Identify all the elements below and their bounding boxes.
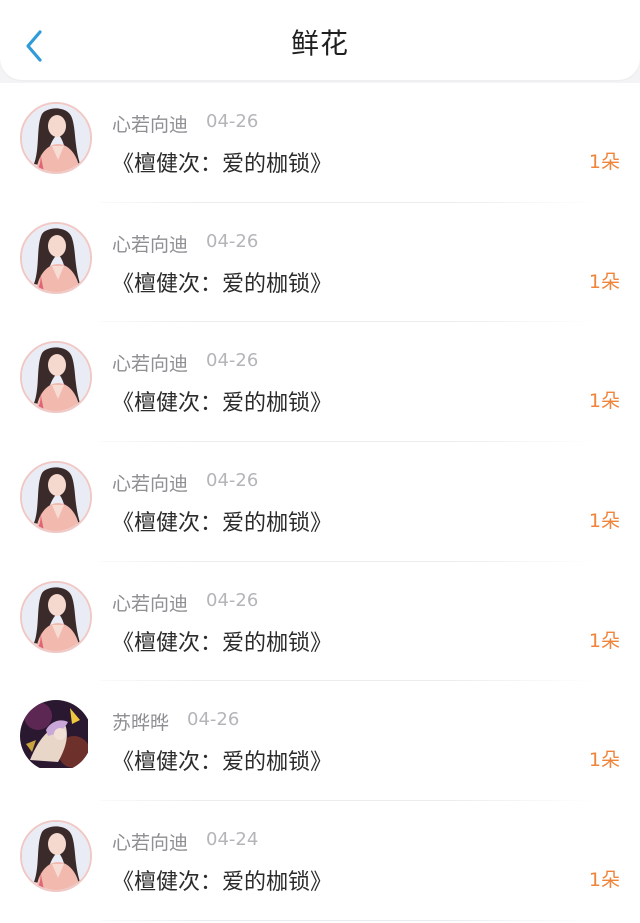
user-name: 心若向迪 bbox=[112, 473, 189, 496]
user-name: 心若向迪 bbox=[112, 832, 189, 855]
gift-date: 04-26 bbox=[206, 470, 259, 492]
row-divider bbox=[100, 919, 600, 921]
user-name: 心若向迪 bbox=[112, 353, 189, 376]
flower-count: 1朵 bbox=[588, 151, 620, 173]
portrait-image bbox=[22, 463, 90, 532]
user-name: 苏晔晔 bbox=[112, 712, 170, 735]
gift-date: 04-26 bbox=[206, 350, 259, 372]
portrait-image bbox=[22, 223, 90, 292]
portrait-image bbox=[22, 104, 90, 172]
user-name: 心若向迪 bbox=[112, 233, 189, 256]
user-avatar[interactable] bbox=[20, 580, 92, 653]
user-avatar[interactable] bbox=[20, 102, 92, 174]
gift-list-item[interactable]: 心若向迪 04-26 《檀健次：爱的枷锁》 1朵 bbox=[0, 322, 640, 443]
flower-count: 1朵 bbox=[588, 390, 620, 413]
book-title: 《檀健次：爱的枷锁》 bbox=[112, 511, 333, 537]
book-title: 《檀健次：爱的枷锁》 bbox=[112, 271, 333, 297]
gift-list-item[interactable]: 心若向迪 04-26 《檀健次：爱的枷锁》 1朵 bbox=[0, 203, 640, 323]
portrait-image bbox=[22, 343, 90, 412]
flower-count: 1朵 bbox=[588, 270, 620, 293]
user-avatar[interactable] bbox=[20, 341, 92, 414]
anime-image bbox=[20, 700, 88, 769]
page-title: 鲜花 bbox=[290, 27, 349, 60]
gift-list-item[interactable]: 心若向迪 04-26 《檀健次：爱的枷锁》 1朵 bbox=[0, 442, 640, 562]
gift-date: 04-26 bbox=[206, 230, 259, 252]
gift-list-item[interactable]: 心若向迪 04-24 《檀健次：爱的枷锁》 1朵 bbox=[0, 801, 640, 921]
flower-gift-list: 心若向迪 04-26 《檀健次：爱的枷锁》 1朵 心若向迪 04-26 《檀健次… bbox=[0, 83, 640, 923]
book-title: 《檀健次：爱的枷锁》 bbox=[112, 630, 333, 656]
flower-count: 1朵 bbox=[588, 869, 620, 892]
user-name: 心若向迪 bbox=[112, 114, 189, 136]
top-bar: 鲜花 bbox=[0, 0, 640, 80]
user-name: 心若向迪 bbox=[112, 592, 189, 615]
gift-date: 04-26 bbox=[206, 589, 259, 611]
gift-date: 04-26 bbox=[206, 111, 259, 132]
gift-list-item[interactable]: 心若向迪 04-26 《檀健次：爱的枷锁》 1朵 bbox=[0, 83, 640, 203]
user-avatar[interactable] bbox=[20, 700, 92, 772]
gift-list-item[interactable]: 心若向迪 04-26 《檀健次：爱的枷锁》 1朵 bbox=[0, 562, 640, 682]
book-title: 《檀健次：爱的枷锁》 bbox=[112, 391, 333, 417]
book-title: 《檀健次：爱的枷锁》 bbox=[112, 152, 333, 177]
gift-list-item[interactable]: 苏晔晔 04-26 《檀健次：爱的枷锁》 1朵 bbox=[0, 681, 640, 802]
portrait-image bbox=[22, 582, 90, 651]
user-avatar[interactable] bbox=[20, 461, 92, 534]
flower-count: 1朵 bbox=[588, 629, 620, 652]
portrait-image bbox=[22, 822, 90, 891]
user-avatar[interactable] bbox=[20, 221, 92, 294]
gift-date: 04-24 bbox=[206, 829, 259, 851]
flower-count: 1朵 bbox=[588, 510, 620, 533]
user-avatar[interactable] bbox=[20, 820, 92, 893]
flower-count: 1朵 bbox=[588, 749, 620, 772]
book-title: 《檀健次：爱的枷锁》 bbox=[112, 870, 333, 896]
book-title: 《檀健次：爱的枷锁》 bbox=[112, 750, 333, 776]
gift-date: 04-26 bbox=[187, 709, 240, 731]
